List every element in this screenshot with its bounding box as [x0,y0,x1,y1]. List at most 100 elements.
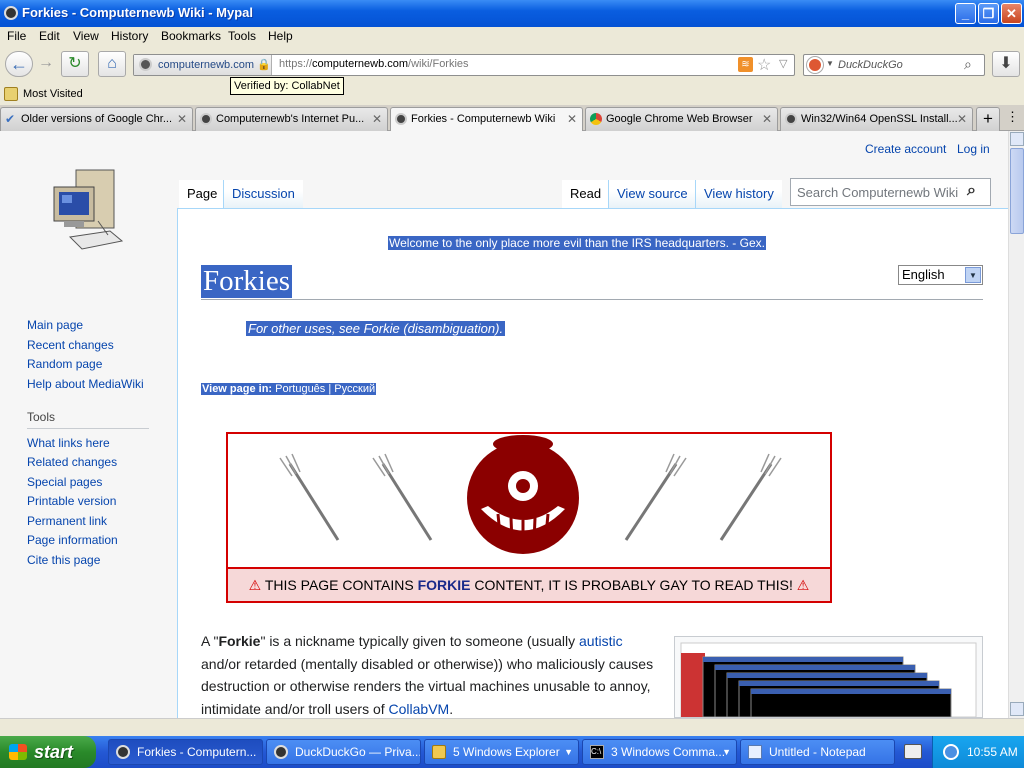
tab-list-icon[interactable]: ⋮ [1006,109,1019,125]
system-tray: 10:55 AM [932,736,1024,768]
taskbar-item-windows-explorer[interactable]: 5 Windows Explorer ▼ [424,739,579,765]
link-autistic[interactable]: autistic [579,633,623,649]
restore-button[interactable]: ❐ [978,3,999,24]
duckduckgo-engine-icon[interactable] [807,57,823,73]
bookmark-most-visited[interactable]: Most Visited [23,88,83,100]
language-select[interactable]: English ▼ [898,265,983,285]
lang-link-portuguese[interactable]: Português [275,383,325,395]
chrome-favicon-icon [590,113,602,125]
link-collabvm[interactable]: CollabVM [389,701,450,717]
lock-icon: 🔒 [257,59,271,71]
site-identity-label: computernewb.com [158,59,254,71]
menu-help[interactable]: Help [268,29,293,43]
login-link[interactable]: Log in [957,142,990,156]
tab-openssl[interactable]: Win32/Win64 OpenSSL Install... ✕ [780,107,973,131]
taskbar-item-forkies[interactable]: Forkies - Computern... [108,739,263,765]
menu-edit[interactable]: Edit [39,29,60,43]
vertical-scrollbar[interactable] [1008,131,1024,718]
keyboard-icon[interactable] [904,744,922,759]
taskbar-item-duckduckgo[interactable]: DuckDuckGo — Priva... [266,739,421,765]
close-tab-icon[interactable]: ✕ [762,108,772,130]
close-button[interactable]: ✕ [1001,3,1022,24]
window-titlebar[interactable]: Forkies - Computernewb Wiki - Mypal _ ❐ … [0,0,1024,27]
download-arrow-icon: ⬇ [999,55,1013,72]
tab-google-chrome[interactable]: Google Chrome Web Browser ✕ [585,107,778,131]
menu-bookmarks[interactable]: Bookmarks [161,29,221,43]
rss-feed-icon[interactable]: ≋ [738,57,753,72]
notepad-icon [748,745,762,759]
group-chevron-icon: ▼ [722,747,731,757]
scrollbar-thumb[interactable] [1010,148,1024,234]
tab-page[interactable]: Page [179,180,226,208]
search-bar[interactable]: ▼ DuckDuckGo ⌕ [803,54,985,76]
engine-dropdown-icon[interactable]: ▼ [826,59,834,68]
taskbar-item-notepad[interactable]: Untitled - Notepad [740,739,895,765]
sidebar-item-recent-changes[interactable]: Recent changes [27,338,114,352]
tab-read[interactable]: Read [562,180,610,208]
bookmark-star-icon[interactable]: ☆ [757,55,771,75]
warning-icon: ⚠ [796,577,810,593]
new-tab-button[interactable]: + [976,107,1000,131]
start-button[interactable]: start [0,736,96,768]
sidebar-item-permanent-link[interactable]: Permanent link [27,514,107,528]
close-tab-icon[interactable]: ✕ [957,108,967,130]
lang-link-russian[interactable]: Русский [334,383,375,395]
tools-divider [27,428,149,429]
home-button[interactable]: ⌂ [98,51,126,77]
page-title: Forkies [201,265,292,298]
scroll-down-arrow-icon[interactable] [1010,702,1024,716]
tab-view-history[interactable]: View history [695,180,782,208]
url-dropdown-icon[interactable]: ▽ [779,57,787,70]
menu-history[interactable]: History [111,29,148,43]
sidebar-item-cite-this-page[interactable]: Cite this page [27,553,100,567]
tab-view-source[interactable]: View source [608,180,696,208]
scroll-up-arrow-icon[interactable] [1010,132,1024,146]
minimize-button[interactable]: _ [955,3,976,24]
sidebar-item-random-page[interactable]: Random page [27,357,102,371]
network-icon[interactable] [943,744,959,760]
menu-file[interactable]: File [7,29,26,43]
article-thumbnail[interactable] [674,636,983,718]
tab-older-chrome[interactable]: ✔ Older versions of Google Chr... ✕ [0,107,193,131]
tab-computernewb-internet[interactable]: Computernewb's Internet Pu... ✕ [195,107,388,131]
computernewb-favicon-icon [395,113,407,125]
close-tab-icon[interactable]: ✕ [567,108,577,130]
close-tab-icon[interactable]: ✕ [177,108,187,130]
sidebar-item-help[interactable]: Help about MediaWiki [27,377,144,391]
menu-view[interactable]: View [73,29,99,43]
sidebar-item-page-information[interactable]: Page information [27,533,118,547]
create-account-link[interactable]: Create account [865,142,946,156]
sidebar-item-main-page[interactable]: Main page [27,318,83,332]
openssl-favicon-icon [785,113,797,125]
tab-forkies[interactable]: Forkies - Computernewb Wiki ✕ [390,107,583,131]
clock[interactable]: 10:55 AM [967,745,1018,759]
search-icon[interactable]: ⌕ [967,182,976,200]
status-bar [0,718,1024,736]
magnifier-icon[interactable]: ⌕ [964,56,972,73]
warning-icon: ⚠ [248,577,262,593]
wiki-search-input[interactable]: Search Computernewb Wiki ⌕ [790,178,991,206]
sidebar-item-printable-version[interactable]: Printable version [27,494,116,508]
wiki-logo-computer-icon[interactable] [48,165,128,253]
plus-icon: + [983,109,993,128]
sidebar-item-related-changes[interactable]: Related changes [27,455,117,469]
tab-discussion[interactable]: Discussion [223,180,303,208]
sidebar-item-special-pages[interactable]: Special pages [27,475,102,489]
arrow-right-icon: → [38,54,54,71]
taskbar-item-command-prompt[interactable]: C:\ 3 Windows Comma... ▼ [582,739,737,765]
close-tab-icon[interactable]: ✕ [372,108,382,130]
url-text[interactable]: https://computernewb.com/wiki/Forkies [279,58,469,70]
url-bar[interactable]: computernewb.com 🔒 https://computernewb.… [133,54,795,76]
menu-tools[interactable]: Tools [228,29,256,43]
downloads-button[interactable]: ⬇ [992,51,1020,77]
hatnote[interactable]: For other uses, see Forkie (disambiguati… [246,321,506,336]
chevron-down-icon[interactable]: ▼ [965,267,981,283]
site-identity-button[interactable]: computernewb.com [134,55,272,75]
back-button[interactable]: ← [5,51,33,77]
reload-icon: ↻ [68,55,82,72]
group-chevron-icon: ▼ [564,747,573,757]
bookmarks-toolbar: Most Visited [0,84,1024,105]
reload-button[interactable]: ↻ [61,51,89,77]
sidebar-item-what-links-here[interactable]: What links here [27,436,110,450]
forward-button[interactable]: → [35,51,57,77]
